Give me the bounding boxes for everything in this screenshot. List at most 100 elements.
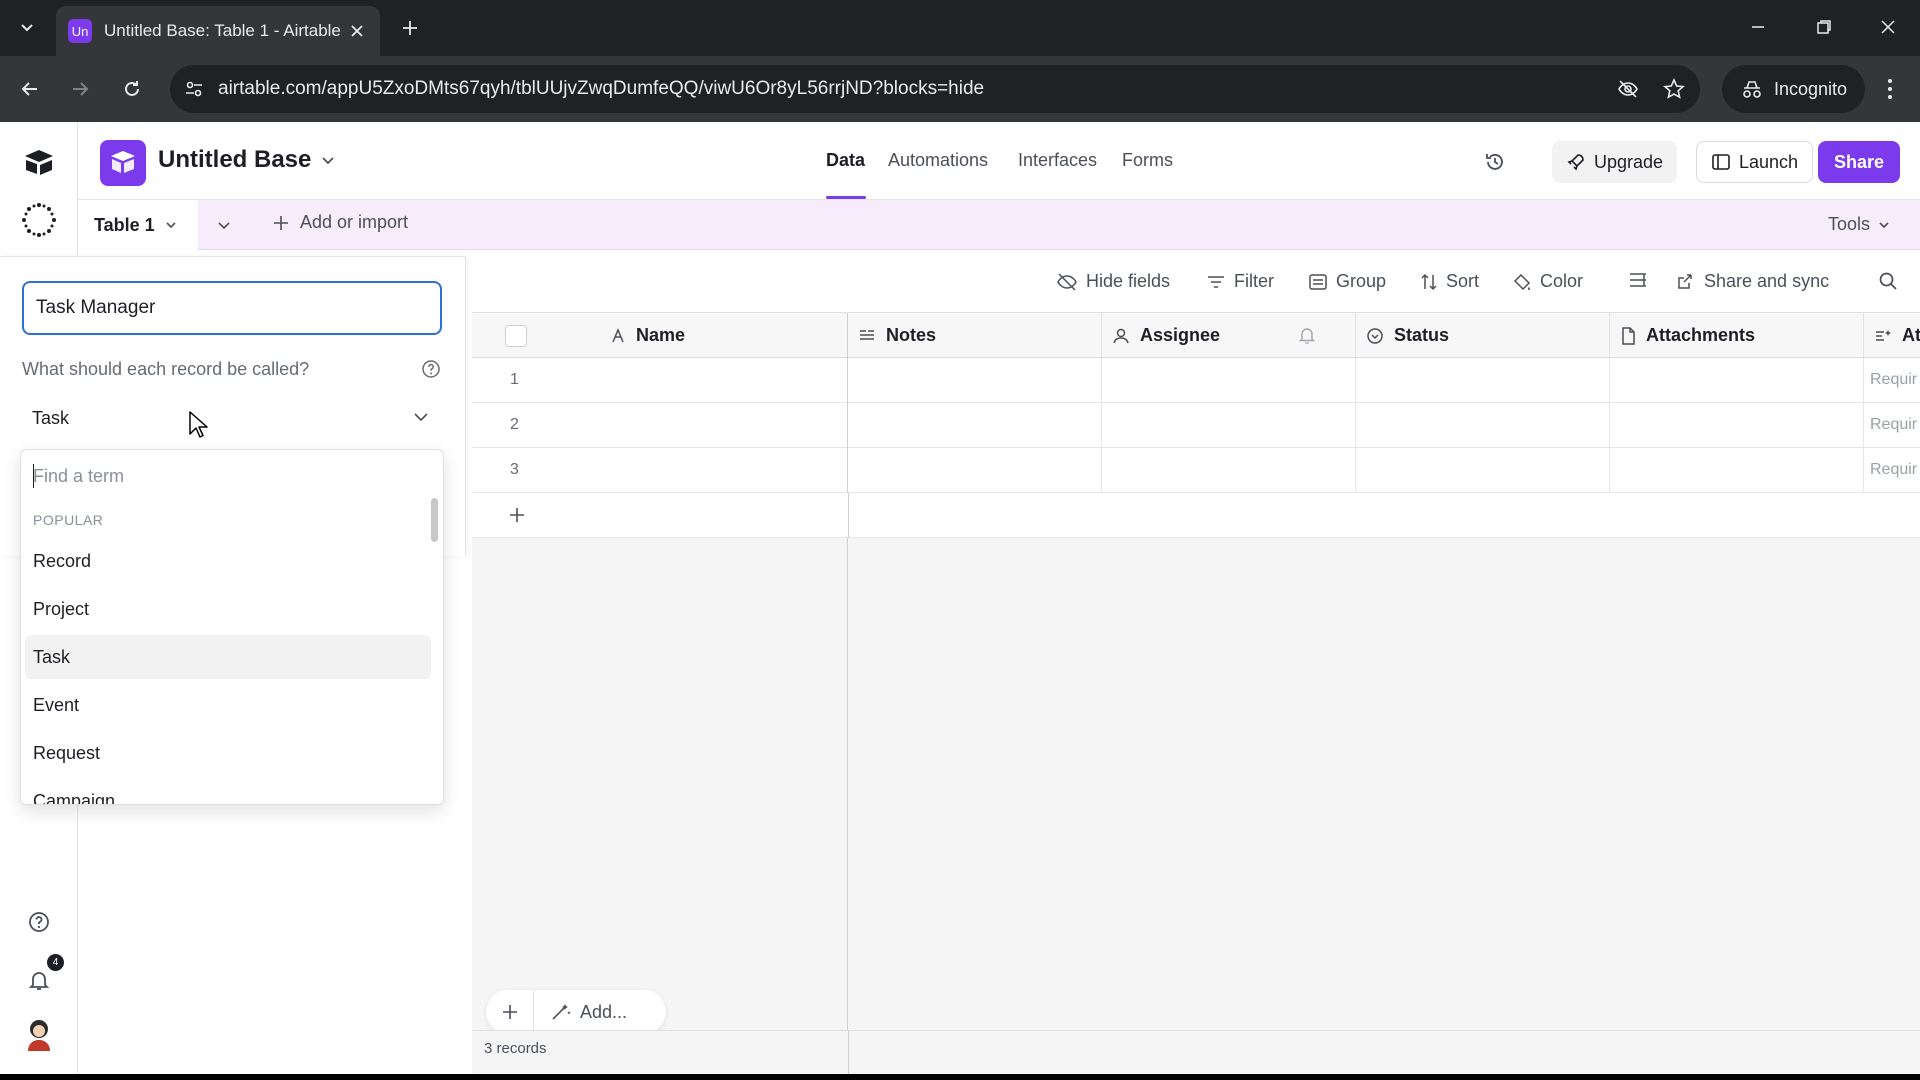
group-button[interactable]: Group [1308,271,1386,292]
attachments-cell[interactable] [1610,448,1864,493]
tab-automations[interactable]: Automations [888,150,988,171]
star-icon[interactable] [1662,77,1686,101]
attachments-cell[interactable] [1610,358,1864,403]
share-button[interactable]: Share [1818,141,1901,183]
upgrade-button[interactable]: Upgrade [1552,141,1678,183]
browser-tab[interactable]: Un Untitled Base: Table 1 - Airtable [56,6,380,56]
column-label: Status [1394,325,1450,345]
omni-sparkle-icon[interactable] [19,200,59,240]
group-label: Group [1336,271,1387,291]
att-cell-text: Requir [1870,371,1918,388]
status-cell[interactable] [1356,403,1610,448]
add-record-row[interactable] [472,493,1920,538]
active-tab-indicator [826,196,866,199]
option-campaign[interactable]: Campaign [25,779,431,805]
tab-close-icon[interactable] [346,20,368,42]
base-name[interactable]: Untitled Base [158,146,335,174]
launch-label: Launch [1739,151,1799,172]
column-header-status[interactable]: Status [1356,313,1610,358]
all-tables-chevron-icon[interactable] [212,213,236,237]
incognito-label: Incognito [1774,78,1848,99]
assignee-cell[interactable] [1102,358,1356,403]
help-icon[interactable] [420,358,442,380]
column-header-attachments[interactable]: Attachments [1610,313,1864,358]
search-icon[interactable] [1878,271,1898,291]
browser-tab-strip: Un Untitled Base: Table 1 - Airtable [0,0,1920,56]
sort-button[interactable]: Sort [1420,271,1479,292]
select-all-checkbox[interactable] [505,325,527,347]
eye-off-icon[interactable] [1616,77,1640,101]
row-height-icon[interactable] [1628,271,1648,289]
address-bar[interactable]: airtable.com/appU5ZxoDMts67qyh/tblUUjvZw… [170,65,1700,113]
launch-button[interactable]: Launch [1696,141,1814,183]
avatar[interactable] [19,1014,59,1054]
reload-icon[interactable] [116,73,148,105]
share-and-sync-button[interactable]: Share and sync [1676,271,1829,292]
option-task[interactable]: Task [25,635,431,679]
assignee-cell[interactable] [1102,448,1356,493]
table-tab[interactable]: Table 1 [78,200,198,250]
notes-cell[interactable] [848,403,1102,448]
history-icon[interactable] [1476,141,1514,183]
record-term-select[interactable]: Task [22,398,442,438]
column-header-att[interactable]: Att [1864,313,1920,358]
user-icon [1113,328,1129,343]
name-cell[interactable] [472,448,848,493]
color-button[interactable]: Color [1512,271,1583,292]
plus-icon[interactable] [505,503,529,527]
column-label: Notes [886,325,937,345]
table-row[interactable]: 2 Requir [472,403,1920,448]
att-cell-text: Requir [1870,416,1918,433]
close-window-icon[interactable] [1868,10,1908,44]
airtable-home-icon[interactable] [19,142,59,182]
browser-menu-icon[interactable] [1874,73,1906,105]
tab-data[interactable]: Data [826,150,865,171]
restore-icon[interactable] [1804,10,1844,44]
tab-forms[interactable]: Forms [1122,150,1173,171]
tools-menu[interactable]: Tools [1828,214,1890,235]
hide-fields-label: Hide fields [1086,271,1171,291]
sort-icon [1421,273,1437,290]
table-row[interactable]: 1 Requir [472,358,1920,403]
filter-button[interactable]: Filter [1206,271,1274,292]
column-header-notes[interactable]: Notes [848,313,1102,358]
long-text-icon [860,329,874,340]
column-header-name[interactable]: Name [600,313,848,358]
table-name-input[interactable]: Task Manager [22,281,442,335]
name-cell[interactable] [472,358,848,403]
site-settings-icon[interactable] [182,77,206,101]
option-project[interactable]: Project [25,587,431,631]
tab-search-button[interactable] [10,10,44,44]
forward-icon[interactable] [64,73,96,105]
status-cell[interactable] [1356,358,1610,403]
eye-off-icon [1057,272,1077,291]
find-term-input[interactable]: Find a term [33,466,124,487]
dropdown-scrollbar[interactable] [431,498,438,542]
selected-term: Task [32,407,70,428]
base-logo-icon[interactable] [100,140,146,186]
back-icon[interactable] [14,73,46,105]
notification-badge: 4 [47,954,64,971]
option-record[interactable]: Record [25,539,431,583]
notes-cell[interactable] [848,358,1102,403]
paint-bucket-icon [1513,273,1531,290]
notes-cell[interactable] [848,448,1102,493]
tab-interfaces[interactable]: Interfaces [1018,150,1097,171]
help-icon[interactable] [19,902,59,942]
assignee-cell[interactable] [1102,403,1356,448]
column-header-assignee[interactable]: Assignee [1102,313,1356,358]
add-or-import-button[interactable]: Add or import [272,212,408,233]
option-event[interactable]: Event [25,683,431,727]
name-cell[interactable] [472,403,848,448]
status-cell[interactable] [1356,448,1610,493]
minimize-icon[interactable] [1738,10,1778,44]
hide-fields-button[interactable]: Hide fields [1056,271,1170,292]
add-record-button[interactable] [486,990,534,1034]
add-with-ai-button[interactable]: Add... [534,1002,627,1023]
attachments-cell[interactable] [1610,403,1864,448]
chevron-down-icon [322,157,335,165]
new-tab-icon[interactable] [396,14,424,42]
option-request[interactable]: Request [25,731,431,775]
incognito-indicator[interactable]: Incognito [1722,65,1866,113]
table-row[interactable]: 3 Requir [472,448,1920,493]
